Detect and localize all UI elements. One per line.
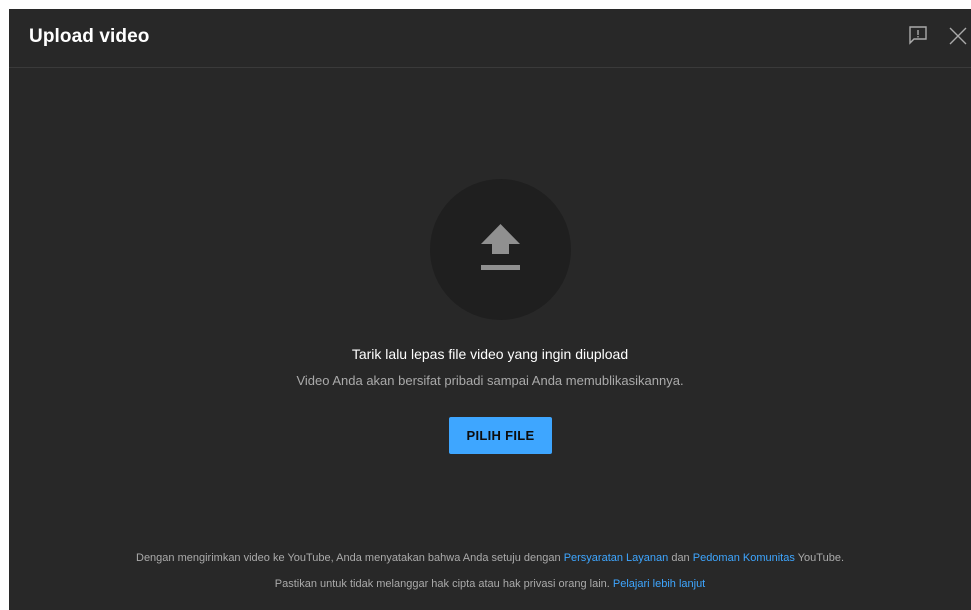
terms-notice: Dengan mengirimkan video ke YouTube, And… [9, 552, 971, 564]
terms-notice-middle: dan [668, 552, 693, 564]
select-file-button[interactable]: PILIH FILE [449, 417, 552, 454]
dialog-header: Upload video [9, 9, 971, 68]
drag-drop-instruction: Tarik lalu lepas file video yang ingin d… [351, 346, 629, 362]
learn-more-link[interactable]: Pelajari lebih lanjut [613, 578, 705, 590]
upload-drop-zone[interactable] [430, 179, 571, 320]
terms-of-service-link[interactable]: Persyaratan Layanan [564, 552, 669, 564]
terms-notice-prefix: Dengan mengirimkan video ke YouTube, And… [136, 552, 564, 564]
close-button[interactable] [946, 23, 970, 49]
terms-notice-suffix: YouTube. [794, 552, 844, 564]
feedback-icon [909, 26, 927, 45]
upload-dialog: Upload video Tarik lalu lepas file video… [9, 9, 971, 610]
copyright-notice-text: Pastikan untuk tidak melanggar hak cipta… [274, 578, 613, 590]
feedback-button[interactable] [906, 23, 930, 47]
dialog-title: Upload video [29, 26, 150, 47]
upload-icon [481, 224, 520, 270]
copyright-notice: Pastikan untuk tidak melanggar hak cipta… [9, 578, 971, 590]
close-icon [949, 27, 967, 45]
privacy-note: Video Anda akan bersifat pribadi sampai … [296, 373, 684, 388]
community-guidelines-link[interactable]: Pedoman Komunitas [693, 552, 795, 564]
